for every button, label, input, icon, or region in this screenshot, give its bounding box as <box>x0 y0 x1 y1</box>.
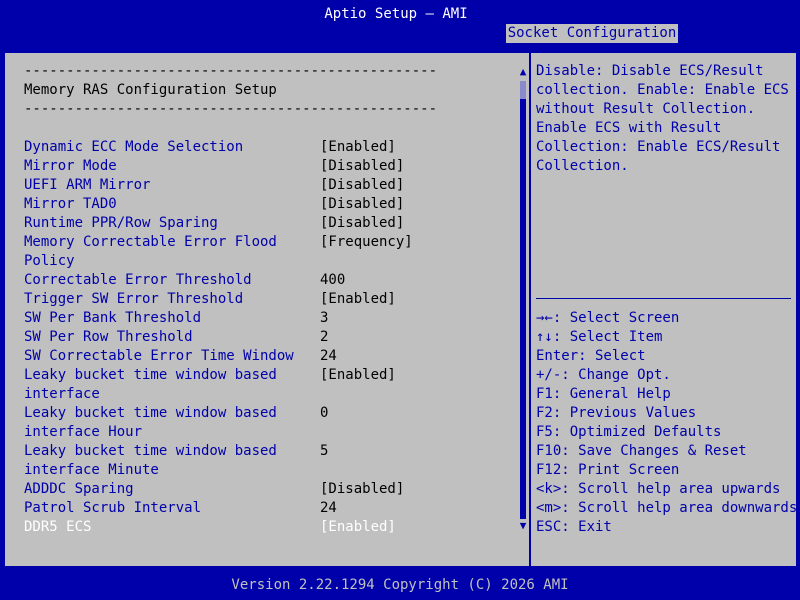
help-text-line: Disable: Disable ECS/Result <box>536 63 764 79</box>
setting-label: ADDDC Sparing <box>24 481 134 497</box>
help-text-line: Collection. <box>536 158 629 174</box>
setting-value: [Enabled] <box>320 291 396 307</box>
help-text-line: collection. Enable: Enable ECS <box>536 82 789 98</box>
key-help-scroll-down: <m>: Scroll help area downwards <box>536 500 798 516</box>
help-text-line: without Result Collection. <box>536 101 756 117</box>
setting-label-continued: interface <box>24 386 100 402</box>
setting-value: [Disabled] <box>320 481 405 497</box>
help-divider <box>536 298 791 299</box>
scroll-down-arrow-icon[interactable]: ▼ <box>517 520 529 532</box>
scrollbar-track[interactable] <box>520 81 526 519</box>
setting-value: [Frequency] <box>320 234 413 250</box>
setting-label: Trigger SW Error Threshold <box>24 291 244 307</box>
app-title: Aptio Setup – AMI <box>324 6 468 22</box>
key-help-f5: F5: Optimized Defaults <box>536 424 722 440</box>
setting-label: Dynamic ECC Mode Selection <box>24 139 244 155</box>
setting-value: 3 <box>320 310 329 326</box>
setting-label-continued: interface Minute <box>24 462 159 478</box>
key-help-esc: ESC: Exit <box>536 519 612 535</box>
setting-value: [Disabled] <box>320 177 405 193</box>
setting-label: UEFI ARM Mirror <box>24 177 151 193</box>
setting-label: Mirror TAD0 <box>24 196 117 212</box>
scrollbar-thumb[interactable] <box>520 81 526 99</box>
setting-label-continued: interface Hour <box>24 424 143 440</box>
key-help-select-item: ↑↓: Select Item <box>536 329 663 345</box>
help-text-line: Collection: Enable ECS/Result <box>536 139 781 155</box>
setting-value: 400 <box>320 272 346 288</box>
setting-label: Leaky bucket time window based <box>24 443 277 459</box>
setting-label-continued: Policy <box>24 253 75 269</box>
page-heading: Memory RAS Configuration Setup <box>24 82 277 98</box>
setting-label: DDR5 ECS <box>24 519 92 535</box>
key-help-f2: F2: Previous Values <box>536 405 697 421</box>
version-footer: Version 2.22.1294 Copyright (C) 2026 AMI <box>231 577 569 593</box>
setting-value: 5 <box>320 443 329 459</box>
setting-value: [Disabled] <box>320 158 405 174</box>
key-help-scroll-up: <k>: Scroll help area upwards <box>536 481 781 497</box>
setting-value: 2 <box>320 329 329 345</box>
setting-value: 24 <box>320 500 337 516</box>
setting-label: Runtime PPR/Row Sparing <box>24 215 218 231</box>
bios-setup-screen: Aptio Setup – AMI Socket Configuration -… <box>0 0 800 600</box>
setting-label: Memory Correctable Error Flood <box>24 234 277 250</box>
key-help-f12: F12: Print Screen <box>536 462 680 478</box>
setting-value: 24 <box>320 348 337 364</box>
setting-label: Leaky bucket time window based <box>24 367 277 383</box>
setting-label: Mirror Mode <box>24 158 117 174</box>
setting-value: [Disabled] <box>320 196 405 212</box>
setting-value: [Enabled] <box>320 519 396 535</box>
help-text-line: Enable ECS with Result <box>536 120 722 136</box>
setting-label: SW Correctable Error Time Window <box>24 348 294 364</box>
key-help-f1: F1: General Help <box>536 386 671 402</box>
scroll-up-arrow-icon[interactable]: ▲ <box>517 66 529 78</box>
tab-socket-configuration[interactable]: Socket Configuration <box>506 24 678 43</box>
key-help-select-screen: →←: Select Screen <box>536 310 680 326</box>
key-help-f10: F10: Save Changes & Reset <box>536 443 747 459</box>
key-help-change-opt: +/-: Change Opt. <box>536 367 671 383</box>
setting-value: 0 <box>320 405 329 421</box>
dash-line-top: ----------------------------------------… <box>24 63 438 79</box>
setting-label: Correctable Error Threshold <box>24 272 252 288</box>
panel-divider <box>529 53 531 566</box>
setting-label: Patrol Scrub Interval <box>24 500 202 516</box>
setting-value: [Disabled] <box>320 215 405 231</box>
dash-line-bottom: ----------------------------------------… <box>24 101 438 117</box>
setting-label: Leaky bucket time window based <box>24 405 277 421</box>
setting-value: [Enabled] <box>320 139 396 155</box>
setting-value: [Enabled] <box>320 367 396 383</box>
setting-label: SW Per Row Threshold <box>24 329 193 345</box>
setting-label: SW Per Bank Threshold <box>24 310 202 326</box>
key-help-enter: Enter: Select <box>536 348 646 364</box>
